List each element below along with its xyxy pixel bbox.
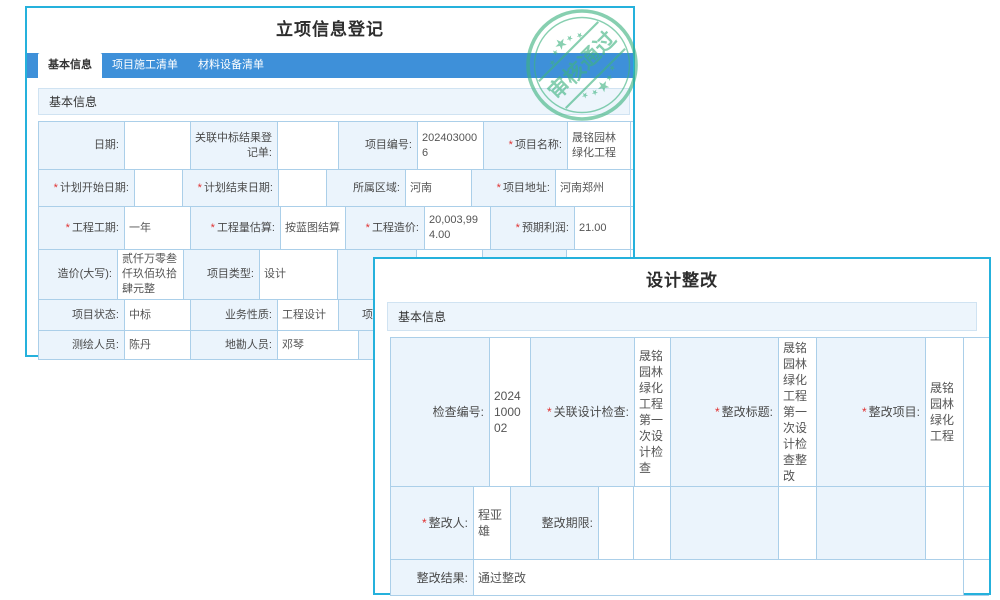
- tab-1[interactable]: 项目施工清单: [102, 53, 188, 78]
- field-value: 20,003,994.00: [425, 207, 491, 249]
- field-value: 21.00: [575, 207, 631, 249]
- field-value: 河南: [406, 170, 472, 206]
- field-label: 所属区域:: [327, 170, 406, 206]
- field-value: 2024100002: [490, 338, 531, 486]
- field-label: *工程量估算:: [191, 207, 281, 249]
- required-asterisk: *: [198, 182, 202, 194]
- field-value: 晟铭园林绿化工程: [568, 122, 631, 169]
- field-label: 关联中标结果登记单:: [191, 122, 278, 169]
- required-asterisk: *: [211, 222, 215, 234]
- required-asterisk: *: [497, 182, 501, 194]
- field-value: 2024030006: [418, 122, 484, 169]
- field-value: 晟铭园林绿化工程: [926, 338, 964, 486]
- field-label: *工程造价:: [346, 207, 425, 249]
- field-value: 晟铭园林绿化工程第一次设计检查: [635, 338, 671, 486]
- field-value: 通过整改: [474, 560, 964, 595]
- table-row: 检查编号:2024100002*关联设计检查:晟铭园林绿化工程第一次设计检查*整…: [390, 337, 989, 486]
- required-asterisk: *: [715, 405, 720, 419]
- page-title: 设计整改: [375, 271, 989, 291]
- field-label: *整改人:: [391, 487, 474, 559]
- field-label: 项目类型:: [184, 250, 260, 299]
- table-row: *整改人:程亚雄整改期限:: [390, 486, 989, 559]
- field-value: [278, 122, 339, 169]
- field-label: *计划结束日期:: [183, 170, 279, 206]
- field-label: 项目编号:: [339, 122, 418, 169]
- required-asterisk: *: [547, 405, 552, 419]
- field-label: *关联设计检查:: [531, 338, 635, 486]
- field-label: [671, 487, 779, 559]
- required-asterisk: *: [54, 182, 58, 194]
- field-value: [599, 487, 634, 559]
- table-row: 整改结果:通过整改: [390, 559, 989, 596]
- field-value: 工程设计: [278, 300, 339, 330]
- form-table: 检查编号:2024100002*关联设计检查:晟铭园林绿化工程第一次设计检查*整…: [390, 337, 989, 596]
- required-asterisk: *: [422, 516, 427, 530]
- field-label: *整改标题:: [671, 338, 779, 486]
- field-value: 晟铭园林绿化工程第一次设计检查整改: [779, 338, 817, 486]
- section-header: 基本信息: [387, 302, 977, 331]
- field-label: *项目名称:: [484, 122, 568, 169]
- field-label: 日期:: [39, 122, 125, 169]
- panel-design-rectification: 设计整改 基本信息 检查编号:2024100002*关联设计检查:晟铭园林绿化工…: [373, 257, 991, 595]
- svg-text:★: ★: [547, 57, 558, 68]
- field-label: 测绘人员:: [39, 331, 125, 359]
- field-value: [779, 487, 817, 559]
- field-label: 整改期限:: [511, 487, 599, 559]
- field-label: 地勘人员:: [191, 331, 278, 359]
- field-value: 设计: [260, 250, 338, 299]
- field-value: [135, 170, 183, 206]
- field-value: [634, 487, 671, 559]
- field-value: [125, 122, 191, 169]
- field-label: *预期利润:: [491, 207, 575, 249]
- field-value: [279, 170, 327, 206]
- section-title: 基本信息: [398, 310, 446, 324]
- field-value: 邓琴: [278, 331, 359, 359]
- field-value: 程亚雄: [474, 487, 511, 559]
- table-row: 日期: 关联中标结果登记单: 项目编号:2024030006*项目名称:晟铭园林绿化…: [38, 121, 633, 169]
- required-asterisk: *: [862, 405, 867, 419]
- table-row: *工程工期:一年*工程量估算:按蓝图结算*工程造价:20,003,994.00*…: [38, 206, 633, 249]
- svg-text:★: ★: [574, 30, 585, 41]
- field-value: 中标: [125, 300, 191, 330]
- approval-stamp-icon: 审核通过 ★ ★ ★ ★ ★ ★ ★ ★ ★ ★: [524, 7, 640, 123]
- field-label: 整改结果:: [391, 560, 474, 595]
- required-asterisk: *: [366, 222, 370, 234]
- field-value: [926, 487, 964, 559]
- field-label: *工程工期:: [39, 207, 125, 249]
- field-label: *计划开始日期:: [39, 170, 135, 206]
- required-asterisk: *: [509, 139, 513, 151]
- field-value: 河南郑州: [556, 170, 631, 206]
- tab-0[interactable]: 基本信息: [38, 53, 102, 78]
- section-title: 基本信息: [49, 95, 97, 109]
- field-label: 项目状态:: [39, 300, 125, 330]
- required-asterisk: *: [66, 222, 70, 234]
- field-value: 陈丹: [125, 331, 191, 359]
- field-label: *项目地址:: [472, 170, 556, 206]
- tab-2[interactable]: 材料设备清单: [188, 53, 274, 78]
- field-label: 业务性质:: [191, 300, 278, 330]
- field-label: [817, 487, 926, 559]
- field-value: 按蓝图结算: [281, 207, 346, 249]
- table-row: *计划开始日期: *计划结束日期: 所属区域:河南*项目地址:河南郑州: [38, 169, 633, 206]
- field-value: 一年: [125, 207, 191, 249]
- field-label: *整改项目:: [817, 338, 926, 486]
- field-label: 检查编号:: [391, 338, 490, 486]
- field-value: 贰仟万零叁仟玖佰玖拾肆元整: [118, 250, 184, 299]
- field-label: 造价(大写):: [39, 250, 118, 299]
- required-asterisk: *: [516, 222, 520, 234]
